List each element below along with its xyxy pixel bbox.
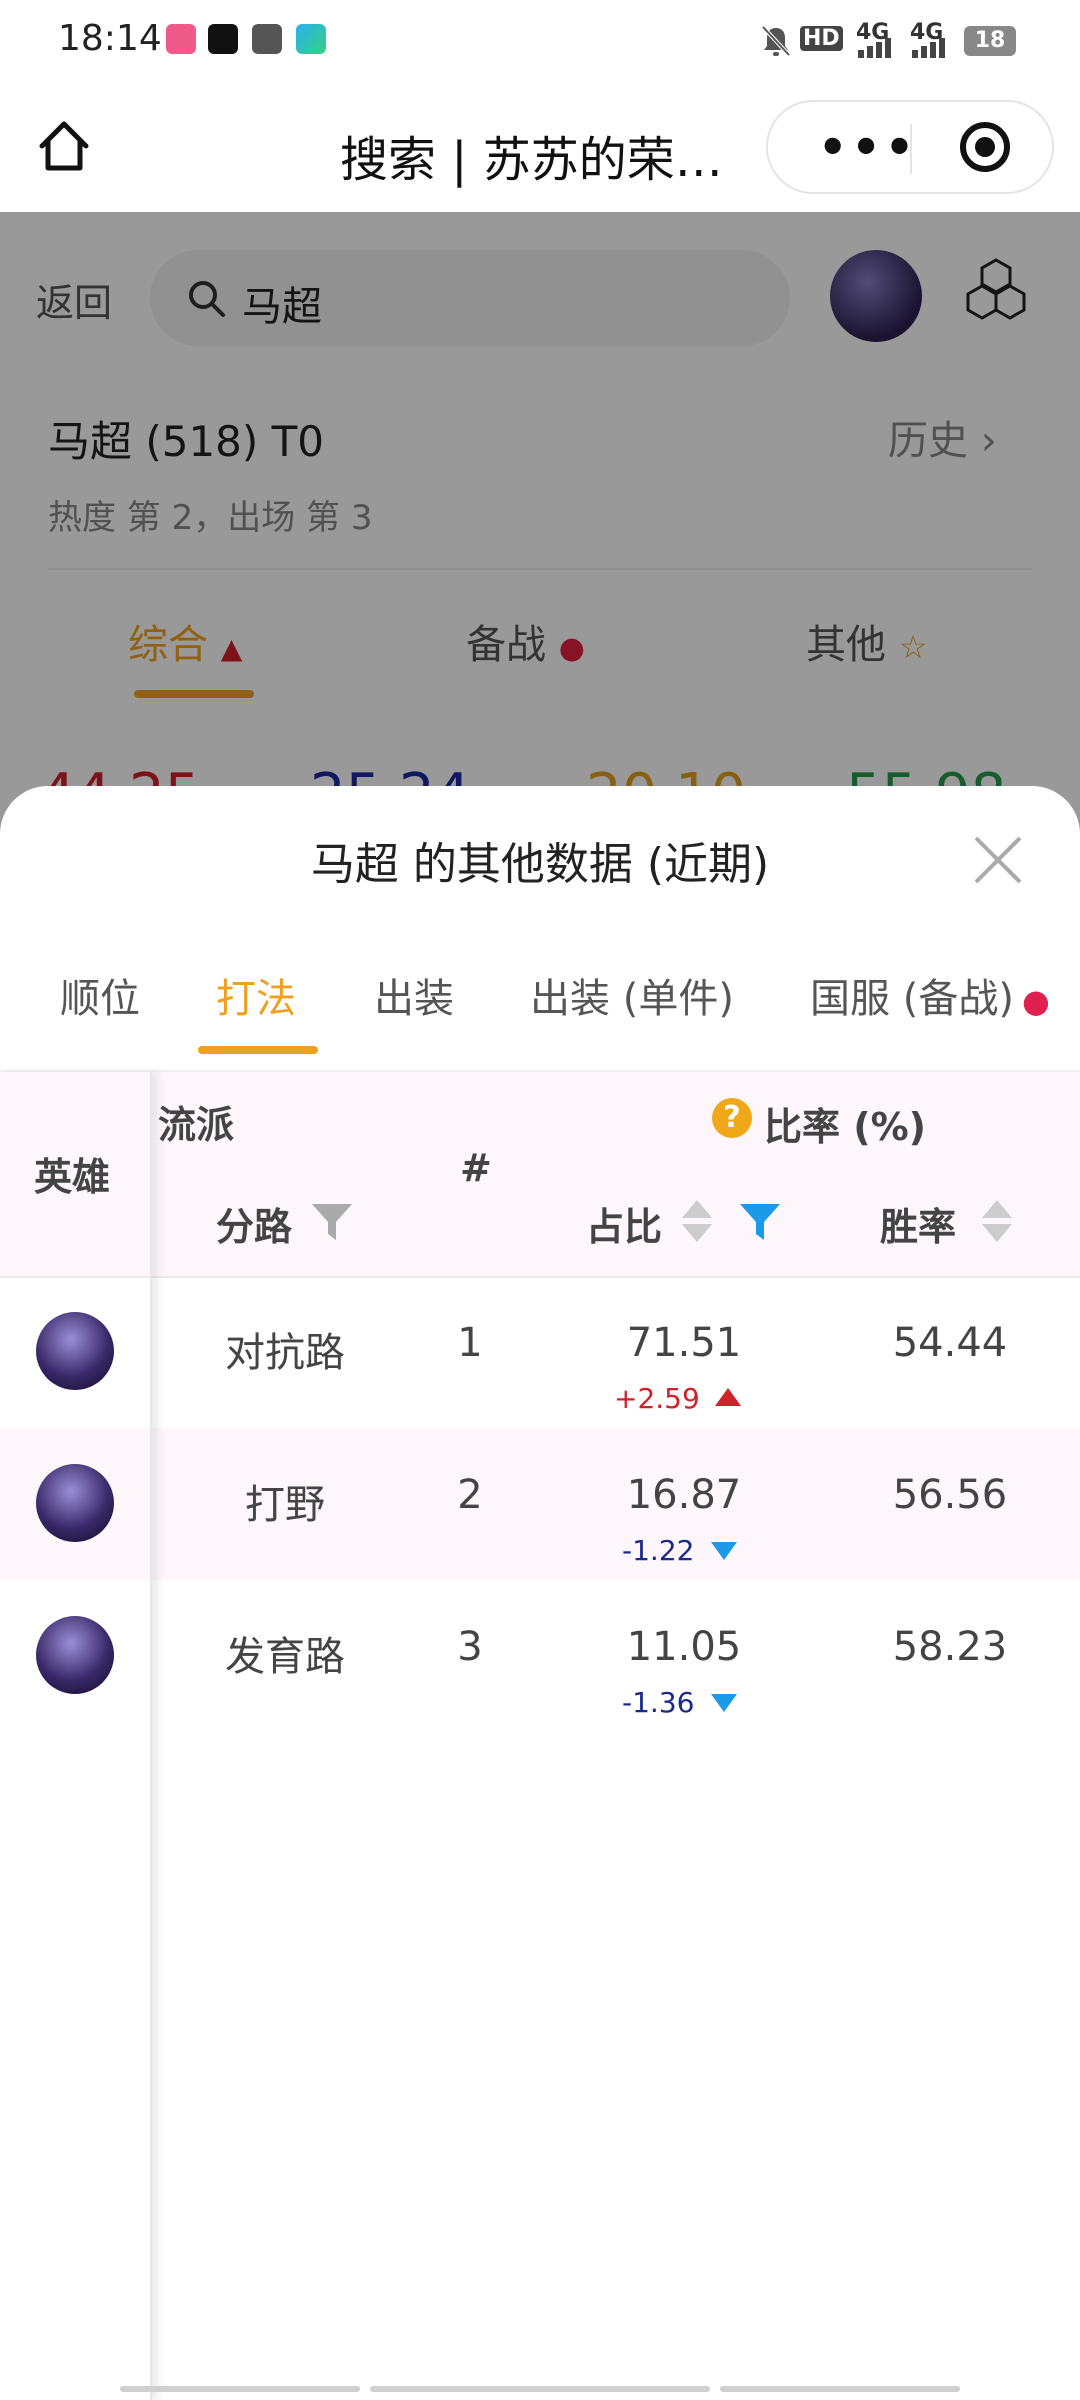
status-bar: 18:14 HD 4G 4G 18	[0, 0, 1080, 82]
battery-level: 18	[974, 28, 1006, 53]
fire-icon: ●	[1021, 982, 1050, 1020]
trend-down-icon	[711, 1694, 737, 1712]
tab-playstyle[interactable]: 打法	[216, 966, 296, 1024]
tab-build-single[interactable]: 出装 (单件)	[530, 966, 734, 1024]
filter-icon[interactable]	[310, 1202, 354, 1242]
mini-program-title-bar: 搜索 | 苏苏的荣… •••	[0, 82, 1080, 212]
scrollbar-segment	[370, 2386, 710, 2392]
scrollbar-segment	[720, 2386, 960, 2392]
close-mini-program-icon[interactable]	[960, 122, 1010, 172]
close-icon[interactable]	[970, 832, 1026, 888]
share-delta: -1.22	[622, 1534, 695, 1567]
mute-bell-icon	[761, 25, 791, 57]
horizontal-scrollbar[interactable]	[120, 2386, 960, 2392]
table-row[interactable]: 打野 2 16.87 -1.22 56.56	[0, 1428, 1080, 1580]
table-row[interactable]: 发育路 3 11.05 -1.36 58.23	[0, 1580, 1080, 1732]
data-sheet: 马超 的其他数据 (近期) 顺位 打法 出装 出装 (单件) 国服 (备战) ● …	[0, 786, 1080, 2400]
telegram-icon	[296, 24, 326, 54]
page-title: 搜索 | 苏苏的荣…	[340, 132, 723, 188]
signal-icon-1	[858, 38, 891, 58]
col-share[interactable]: 占比	[586, 1196, 662, 1251]
clock: 18:14	[58, 18, 162, 59]
tab-build[interactable]: 出装	[374, 966, 454, 1024]
sort-icon[interactable]	[680, 1198, 714, 1244]
share-cell: 16.87	[626, 1472, 742, 1518]
tiktok-icon	[208, 24, 238, 54]
share-delta: +2.59	[614, 1382, 700, 1415]
message-icon	[252, 24, 282, 54]
trend-up-icon	[715, 1388, 741, 1406]
more-icon[interactable]: •••	[818, 120, 918, 174]
lane-cell: 打野	[245, 1482, 325, 1528]
table-row[interactable]: 对抗路 1 71.51 +2.59 54.44	[0, 1276, 1080, 1428]
share-delta: -1.36	[622, 1686, 695, 1719]
lane-cell: 发育路	[225, 1634, 345, 1680]
winrate-cell: 54.44	[892, 1320, 1008, 1366]
col-rate-group: 比率 (%)	[764, 1105, 927, 1149]
sheet-title: 马超 的其他数据 (近期)	[310, 839, 770, 890]
rank-cell: 3	[457, 1624, 483, 1670]
battery-icon: 18	[964, 26, 1016, 56]
capsule-menu: •••	[766, 100, 1054, 194]
signal-icon-2	[912, 38, 945, 58]
hd-badge: HD	[800, 26, 843, 51]
col-lane[interactable]: 分路	[216, 1196, 292, 1251]
active-tab-underline	[198, 1046, 318, 1054]
table-header: 英雄 流派 分路 # ? 比率 (%) 占比 胜率	[0, 1072, 1080, 1278]
col-genre: 流派	[158, 1103, 235, 1147]
col-winrate[interactable]: 胜率	[880, 1196, 956, 1251]
rank-cell: 2	[457, 1472, 483, 1518]
filter-active-icon[interactable]	[738, 1202, 782, 1242]
sort-icon[interactable]	[980, 1198, 1014, 1244]
winrate-cell: 58.23	[892, 1624, 1008, 1670]
col-rank: #	[460, 1146, 492, 1190]
rank-cell: 1	[457, 1320, 483, 1366]
scrollbar-segment	[120, 2386, 360, 2392]
share-cell: 11.05	[626, 1624, 742, 1670]
tab-ranking[interactable]: 顺位	[60, 966, 140, 1024]
home-icon[interactable]	[34, 116, 94, 176]
frozen-column-shadow	[0, 1072, 152, 2400]
tab-national[interactable]: 国服 (备战) ●	[810, 966, 1050, 1024]
capsule-divider	[910, 124, 912, 174]
app-notification-icon	[166, 24, 196, 54]
help-icon[interactable]: ?	[712, 1098, 752, 1138]
winrate-cell: 56.56	[892, 1472, 1008, 1518]
trend-down-icon	[711, 1542, 737, 1560]
lane-cell: 对抗路	[225, 1330, 345, 1376]
share-cell: 71.51	[626, 1320, 742, 1366]
tab-national-label: 国服 (备战)	[810, 976, 1014, 1022]
